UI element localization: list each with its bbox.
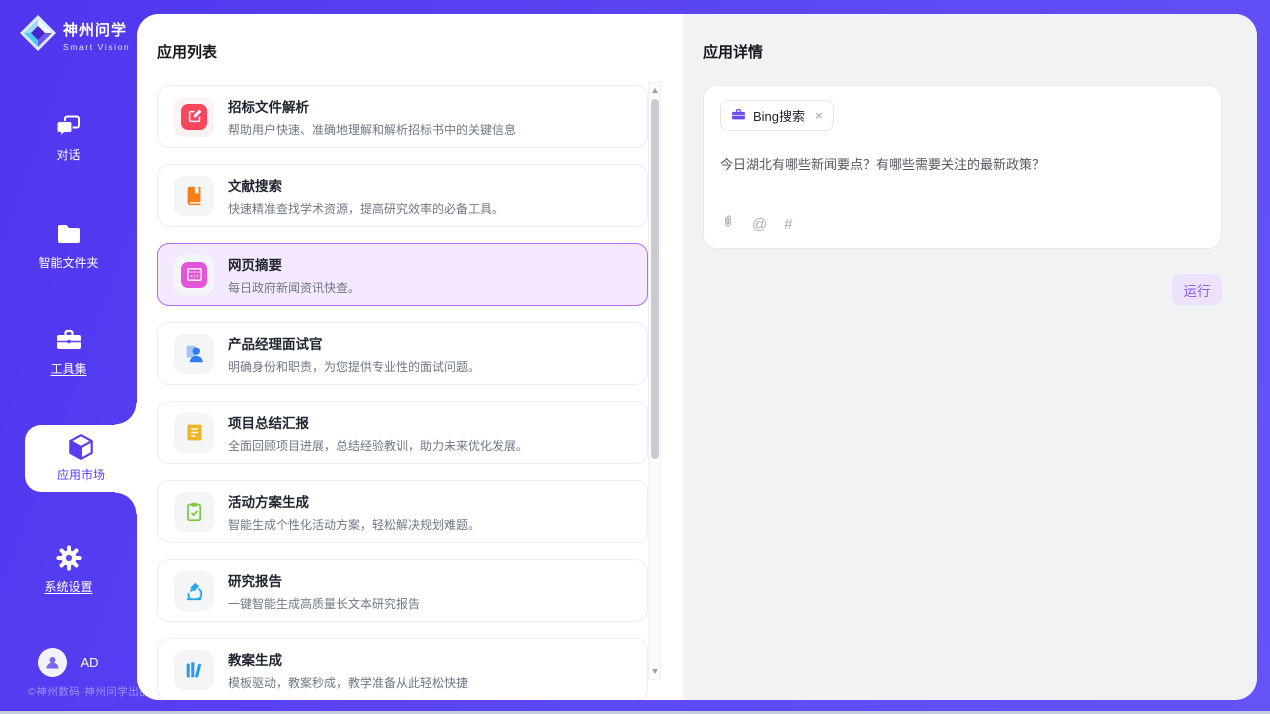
sidebar-item-label: 工具集 bbox=[50, 360, 86, 377]
app-card-research-report[interactable]: 研究报告 一键智能生成高质量长文本研究报告 bbox=[157, 559, 648, 622]
app-description: 快速精准查找学术资源，提高研究效率的必备工具。 bbox=[228, 200, 504, 217]
user-chip[interactable]: AD bbox=[0, 648, 137, 677]
app-card-pm-interviewer[interactable]: 产品经理面试官 明确身份和职责，为您提供专业性的面试问题。 bbox=[157, 322, 648, 385]
sidebar-item-label: 智能文件夹 bbox=[38, 254, 98, 271]
interviewer-icon bbox=[174, 334, 214, 374]
sidebar: 神州问学 Smart Vision 对话 智能文件夹 bbox=[0, 0, 137, 711]
copyright-text: ©神州数码·神州问学出品 bbox=[28, 684, 150, 699]
mention-icon[interactable]: @ bbox=[752, 216, 767, 233]
app-name: 招标文件解析 bbox=[228, 96, 516, 116]
app-description: 帮助用户快速、准确地理解和解析招标书中的关键信息 bbox=[228, 121, 516, 138]
app-name: 产品经理面试官 bbox=[228, 333, 480, 353]
toolbox-icon bbox=[0, 326, 137, 354]
app-description: 智能生成个性化活动方案，轻松解决规划难题。 bbox=[228, 516, 480, 533]
app-description: 每日政府新闻资讯快查。 bbox=[228, 279, 360, 296]
sidebar-item-toolset[interactable]: 工具集 bbox=[0, 326, 137, 378]
run-button[interactable]: 运行 bbox=[1172, 274, 1222, 305]
app-name: 网页摘要 bbox=[228, 254, 360, 274]
app-name: 活动方案生成 bbox=[228, 491, 480, 511]
app-card-web-summary[interactable]: </> 网页摘要 每日政府新闻资讯快查。 bbox=[157, 243, 648, 306]
scrollbar[interactable] bbox=[648, 82, 661, 680]
sidebar-item-smart-folder[interactable]: 智能文件夹 bbox=[0, 220, 137, 272]
scroll-up-arrow-icon[interactable] bbox=[649, 85, 660, 97]
sidebar-item-label: 系统设置 bbox=[44, 578, 92, 595]
folder-icon bbox=[0, 220, 137, 248]
app-card-project-summary[interactable]: 项目总结汇报 全面回顾项目进展，总结经验教训，助力未来优化发展。 bbox=[157, 401, 648, 464]
app-name: 教案生成 bbox=[228, 649, 468, 669]
sidebar-item-label: 应用市场 bbox=[57, 466, 105, 483]
logo-title: 神州问学 bbox=[63, 19, 130, 40]
app-cards: 招标文件解析 帮助用户快速、准确地理解和解析招标书中的关键信息 文献搜索 快速精… bbox=[137, 85, 683, 700]
research-report-icon bbox=[174, 571, 214, 611]
tool-tag-bing-search[interactable]: Bing搜索 × bbox=[720, 100, 834, 131]
query-text[interactable]: 今日湖北有哪些新闻要点？有哪些需要关注的最新政策？ bbox=[720, 154, 1205, 173]
logo-subtitle: Smart Vision bbox=[63, 42, 130, 52]
svg-text:</>: </> bbox=[190, 274, 199, 280]
app-list-panel: 应用列表 招标文件解析 帮助用户快速、准确地理解和解析招标书中的关键信息 bbox=[137, 14, 683, 700]
app-name: 文献搜索 bbox=[228, 175, 504, 195]
app-detail-panel: 应用详情 Bing搜索 × 今日湖北有哪些新闻要点？有哪些需要关注的最新政策？ bbox=[683, 14, 1257, 700]
app-card-literature-search[interactable]: 文献搜索 快速精准查找学术资源，提高研究效率的必备工具。 bbox=[157, 164, 648, 227]
logo-diamond-icon bbox=[18, 13, 58, 58]
web-summary-icon: </> bbox=[174, 255, 214, 295]
avatar bbox=[38, 648, 67, 677]
project-report-icon bbox=[174, 413, 214, 453]
lesson-plan-icon bbox=[174, 650, 214, 690]
bid-document-icon bbox=[174, 97, 214, 137]
scroll-down-arrow-icon[interactable] bbox=[649, 665, 660, 677]
app-card-lesson-plan[interactable]: 教案生成 模板驱动，教案秒成，教学准备从此轻松快捷 bbox=[157, 638, 648, 700]
user-name: AD bbox=[80, 655, 98, 670]
input-toolbar: @ # bbox=[721, 213, 793, 235]
literature-book-icon bbox=[174, 176, 214, 216]
app-logo: 神州问学 Smart Vision bbox=[18, 13, 130, 58]
app-name: 项目总结汇报 bbox=[228, 412, 528, 432]
person-icon bbox=[44, 654, 61, 671]
app-name: 研究报告 bbox=[228, 570, 420, 590]
app-list-title: 应用列表 bbox=[137, 14, 683, 62]
content-panel: 应用列表 招标文件解析 帮助用户快速、准确地理解和解析招标书中的关键信息 bbox=[137, 14, 1257, 700]
app-card-event-plan[interactable]: 活动方案生成 智能生成个性化活动方案，轻松解决规划难题。 bbox=[157, 480, 648, 543]
chat-icon bbox=[0, 112, 137, 140]
app-detail-title: 应用详情 bbox=[683, 14, 1257, 62]
app-description: 模板驱动，教案秒成，教学准备从此轻松快捷 bbox=[228, 674, 468, 691]
scrollbar-thumb[interactable] bbox=[651, 99, 659, 459]
briefcase-icon bbox=[731, 107, 746, 125]
app-description: 一键智能生成高质量长文本研究报告 bbox=[228, 595, 420, 612]
attachment-icon[interactable] bbox=[721, 213, 735, 235]
sidebar-item-app-market[interactable]: 应用市场 bbox=[25, 425, 137, 492]
app-description: 明确身份和职责，为您提供专业性的面试问题。 bbox=[228, 358, 480, 375]
hashtag-icon[interactable]: # bbox=[784, 216, 792, 233]
sidebar-item-label: 对话 bbox=[56, 146, 80, 163]
remove-tool-icon[interactable]: × bbox=[815, 108, 823, 123]
event-plan-icon bbox=[174, 492, 214, 532]
sidebar-item-settings[interactable]: 系统设置 bbox=[0, 544, 137, 596]
app-card-bid-document-parse[interactable]: 招标文件解析 帮助用户快速、准确地理解和解析招标书中的关键信息 bbox=[157, 85, 648, 148]
app-description: 全面回顾项目进展，总结经验教训，助力未来优化发展。 bbox=[228, 437, 528, 454]
prompt-card[interactable]: Bing搜索 × 今日湖北有哪些新闻要点？有哪些需要关注的最新政策？ @ # bbox=[703, 85, 1222, 249]
gear-icon bbox=[0, 544, 137, 572]
sidebar-item-chat[interactable]: 对话 bbox=[0, 112, 137, 164]
cube-icon bbox=[25, 432, 137, 460]
tool-tag-label: Bing搜索 bbox=[753, 106, 805, 125]
